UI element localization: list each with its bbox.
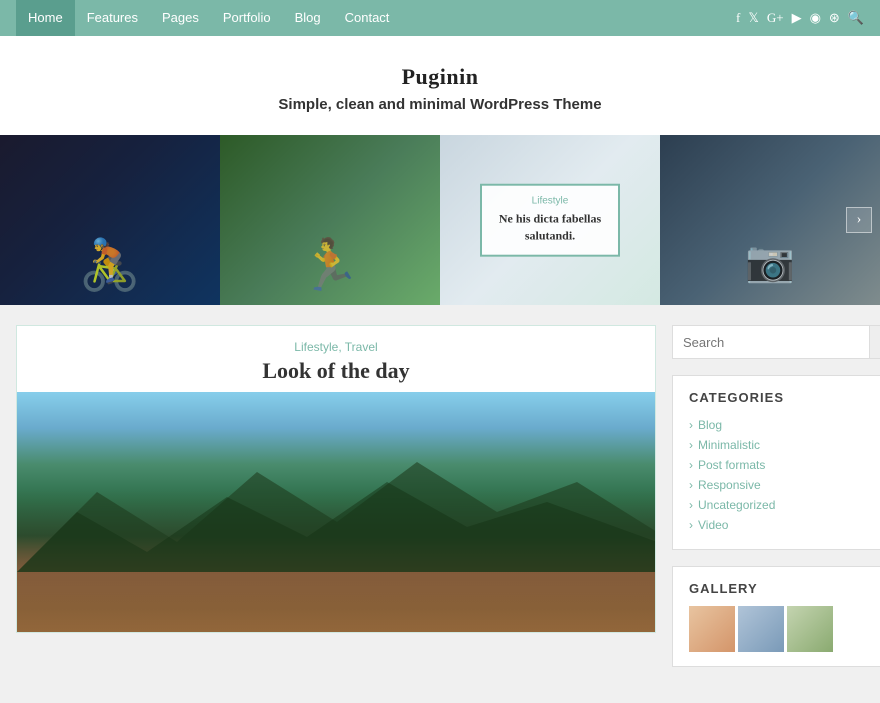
facebook-icon[interactable]: f — [736, 10, 740, 26]
cat-video[interactable]: Video — [698, 518, 728, 532]
slide-overlay-text: Ne his dicta fabellas salutandi. — [496, 211, 604, 245]
post-featured-image[interactable] — [17, 392, 655, 632]
post-meta: Lifestyle, Travel Look of the day — [17, 326, 655, 392]
nav-links: Home Features Pages Portfolio Blog Conta… — [16, 0, 401, 36]
gallery-widget-title: GALLERY — [689, 581, 880, 596]
youtube-icon[interactable]: ▶ — [792, 10, 802, 26]
post-card: Lifestyle, Travel Look of the day — [16, 325, 656, 633]
googleplus-icon[interactable]: G+ — [767, 10, 784, 26]
main-layout: Lifestyle, Travel Look of the day 🔍 CATE… — [0, 305, 880, 703]
cat-responsive[interactable]: Responsive — [698, 478, 761, 492]
instagram-icon[interactable]: ◉ — [810, 10, 821, 26]
behance-icon[interactable]: ⊛ — [829, 10, 840, 26]
cat-post-formats[interactable]: Post formats — [698, 458, 765, 472]
site-tagline: Simple, clean and minimal WordPress Them… — [20, 96, 860, 113]
search-button[interactable]: 🔍 — [869, 326, 880, 358]
nav-home[interactable]: Home — [16, 0, 75, 36]
slide-2 — [220, 135, 440, 305]
nav-portfolio[interactable]: Portfolio — [211, 0, 283, 36]
gallery-widget: GALLERY — [672, 566, 880, 667]
main-nav: Home Features Pages Portfolio Blog Conta… — [0, 0, 880, 36]
gallery-grid — [689, 606, 880, 652]
sidebar: 🔍 CATEGORIES Blog Minimalistic Post form… — [672, 325, 880, 683]
slider-next-arrow[interactable]: › — [846, 207, 872, 233]
list-item: Minimalistic — [689, 435, 880, 455]
gallery-thumb-1[interactable] — [689, 606, 735, 652]
slide-1 — [0, 135, 220, 305]
cat-uncategorized[interactable]: Uncategorized — [698, 498, 775, 512]
site-title: Puginin — [20, 64, 860, 90]
list-item: Uncategorized — [689, 495, 880, 515]
nav-contact[interactable]: Contact — [333, 0, 402, 36]
post-cat-lifestyle[interactable]: Lifestyle — [294, 340, 338, 354]
post-area: Lifestyle, Travel Look of the day — [16, 325, 656, 683]
image-slider: Lifestyle Ne his dicta fabellas salutand… — [0, 135, 880, 305]
slide-overlay-category: Lifestyle — [496, 196, 604, 207]
nav-pages[interactable]: Pages — [150, 0, 211, 36]
categories-widget-title: CATEGORIES — [689, 390, 880, 405]
twitter-icon[interactable]: 𝕏 — [748, 10, 758, 26]
slide-overlay: Lifestyle Ne his dicta fabellas salutand… — [480, 184, 620, 257]
search-nav-icon[interactable]: 🔍 — [848, 10, 864, 26]
list-item: Post formats — [689, 455, 880, 475]
cat-blog[interactable]: Blog — [698, 418, 722, 432]
slide-3: Lifestyle Ne his dicta fabellas salutand… — [440, 135, 660, 305]
site-header: Puginin Simple, clean and minimal WordPr… — [0, 36, 880, 135]
list-item: Video — [689, 515, 880, 535]
cat-minimalistic[interactable]: Minimalistic — [698, 438, 760, 452]
post-title: Look of the day — [37, 358, 635, 384]
list-item: Blog — [689, 415, 880, 435]
gallery-thumb-3[interactable] — [787, 606, 833, 652]
post-cat-travel[interactable]: Travel — [345, 340, 378, 354]
nav-features[interactable]: Features — [75, 0, 150, 36]
categories-list: Blog Minimalistic Post formats Responsiv… — [689, 415, 880, 535]
search-widget: 🔍 — [672, 325, 880, 359]
categories-widget: CATEGORIES Blog Minimalistic Post format… — [672, 375, 880, 550]
gallery-thumb-2[interactable] — [738, 606, 784, 652]
nav-social-icons: f 𝕏 G+ ▶ ◉ ⊛ 🔍 — [736, 10, 864, 26]
list-item: Responsive — [689, 475, 880, 495]
post-categories: Lifestyle, Travel — [37, 340, 635, 354]
search-input[interactable] — [673, 327, 869, 358]
nav-blog[interactable]: Blog — [283, 0, 333, 36]
